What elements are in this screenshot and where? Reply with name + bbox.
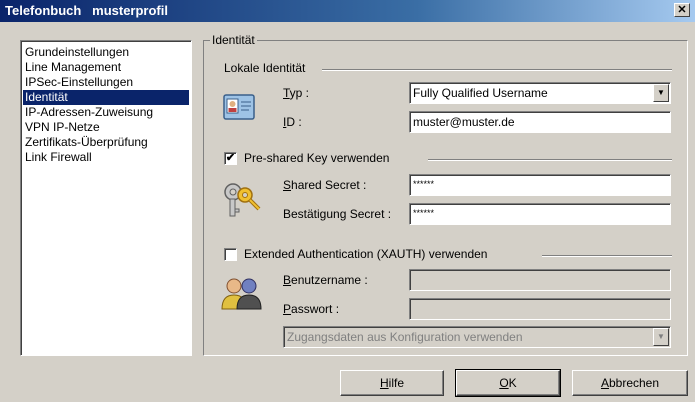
- nav-item-zertifikats-ueberpruefung[interactable]: Zertifikats-Überprüfung: [23, 135, 189, 150]
- username-label: Benutzername :: [283, 273, 368, 287]
- close-icon[interactable]: ✕: [674, 3, 690, 17]
- username-input[interactable]: [409, 269, 671, 291]
- nav-item-line-management[interactable]: Line Management: [23, 60, 189, 75]
- xauth-label[interactable]: Extended Authentication (XAUTH) verwende…: [244, 247, 487, 261]
- users-icon: [221, 278, 262, 310]
- settings-nav-list[interactable]: Grundeinstellungen Line Management IPSec…: [20, 40, 192, 356]
- group-title: Identität: [210, 33, 257, 47]
- window-title: Telefonbuch musterprofil: [5, 3, 168, 18]
- nav-item-ip-adressen-zuweisung[interactable]: IP-Adressen-Zuweisung: [23, 105, 189, 120]
- chevron-down-icon[interactable]: ▼: [653, 84, 669, 102]
- id-label: ID :: [283, 115, 302, 129]
- help-button[interactable]: Hilfe: [340, 370, 444, 396]
- credential-source-select[interactable]: Zugangsdaten aus Konfiguration verwenden…: [283, 326, 671, 348]
- id-input[interactable]: muster@muster.de: [409, 111, 671, 133]
- keys-icon: [224, 183, 261, 217]
- type-label: Typ :: [283, 86, 310, 100]
- chevron-down-icon[interactable]: ▼: [653, 328, 669, 346]
- confirm-secret-label: Bestätigung Secret :: [283, 207, 392, 221]
- divider: [428, 159, 672, 161]
- type-select[interactable]: Fully Qualified Username ▼: [409, 82, 671, 104]
- confirm-secret-input[interactable]: ******: [409, 203, 671, 225]
- psk-checkbox[interactable]: ✔: [224, 152, 237, 165]
- password-label: Passwort :: [283, 302, 340, 316]
- psk-label[interactable]: Pre-shared Key verwenden: [244, 151, 389, 165]
- nav-item-vpn-ip-netze[interactable]: VPN IP-Netze: [23, 120, 189, 135]
- identity-group: Identität Lokale Identität Typ : Fully Q…: [203, 33, 688, 356]
- password-input[interactable]: [409, 298, 671, 320]
- title-bar: Telefonbuch musterprofil ✕: [0, 0, 695, 22]
- nav-item-link-firewall[interactable]: Link Firewall: [23, 150, 189, 165]
- nav-item-identitaet[interactable]: Identität: [23, 90, 189, 105]
- nav-item-ipsec-einstellungen[interactable]: IPSec-Einstellungen: [23, 75, 189, 90]
- xauth-checkbox[interactable]: [224, 248, 237, 261]
- local-identity-title: Lokale Identität: [224, 61, 306, 75]
- divider: [322, 69, 672, 71]
- ok-button[interactable]: OK: [455, 369, 561, 397]
- shared-secret-label: Shared Secret :: [283, 178, 367, 192]
- cancel-button[interactable]: Abbrechen: [572, 370, 688, 396]
- shared-secret-input[interactable]: ******: [409, 174, 671, 196]
- divider: [542, 255, 672, 257]
- nav-item-grundeinstellungen[interactable]: Grundeinstellungen: [23, 45, 189, 60]
- id-card-icon: [223, 94, 255, 120]
